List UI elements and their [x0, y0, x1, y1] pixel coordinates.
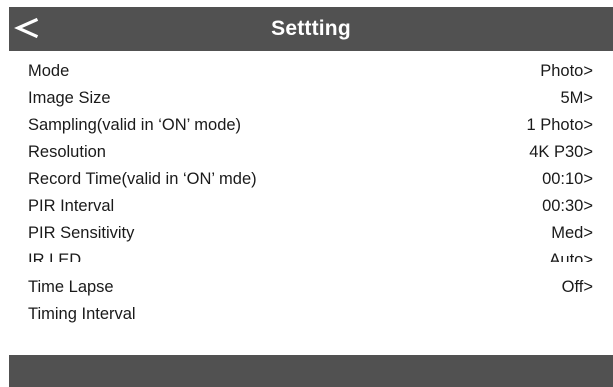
setting-row-pir-interval[interactable]: PIR Interval 00:30>	[9, 194, 613, 221]
page-title: Settting	[271, 17, 351, 40]
setting-value[interactable]: Med>	[551, 224, 593, 243]
setting-row-timing-interval[interactable]: Timing Interval	[9, 302, 613, 329]
setting-row-ir-led[interactable]: IR LED Auto>	[9, 248, 613, 275]
setting-row-sampling[interactable]: Sampling(valid in ‘ON’ mode) 1 Photo>	[9, 113, 613, 140]
settings-screen: Settting Mode Photo> Image Size 5M> Samp…	[9, 7, 613, 387]
setting-label: IR LED	[28, 251, 82, 269]
setting-value[interactable]: 00:10>	[542, 170, 593, 189]
settings-list: Mode Photo> Image Size 5M> Sampling(vali…	[9, 59, 613, 329]
setting-label: PIR Interval	[28, 197, 115, 215]
setting-value[interactable]: Photo>	[540, 62, 593, 81]
setting-value[interactable]: 00:30>	[542, 197, 593, 216]
setting-value[interactable]: Auto>	[549, 251, 593, 270]
footer-bar	[9, 355, 613, 387]
setting-label: PIR Sensitivity	[28, 224, 135, 242]
setting-value[interactable]: 5M>	[560, 89, 593, 108]
setting-label: Sampling(valid in ‘ON’ mode)	[28, 116, 242, 134]
setting-value[interactable]: 1 Photo>	[526, 116, 593, 135]
setting-label: Timing Interval	[28, 305, 136, 323]
setting-value[interactable]: 4K P30>	[529, 143, 593, 162]
header-bar: Settting	[9, 7, 613, 51]
setting-row-mode[interactable]: Mode Photo>	[9, 59, 613, 86]
setting-label: Time Lapse	[28, 278, 114, 296]
setting-row-resolution[interactable]: Resolution 4K P30>	[9, 140, 613, 167]
setting-value[interactable]: Off>	[562, 278, 593, 297]
setting-row-pir-sensitivity[interactable]: PIR Sensitivity Med>	[9, 221, 613, 248]
setting-label: Image Size	[28, 89, 111, 107]
setting-label: Record Time(valid in ‘ON’ mde)	[28, 170, 257, 188]
setting-row-time-lapse[interactable]: Time Lapse Off>	[9, 275, 613, 302]
setting-row-record-time[interactable]: Record Time(valid in ‘ON’ mde) 00:10>	[9, 167, 613, 194]
setting-label: Resolution	[28, 143, 106, 161]
setting-row-image-size[interactable]: Image Size 5M>	[9, 86, 613, 113]
setting-label: Mode	[28, 62, 70, 80]
